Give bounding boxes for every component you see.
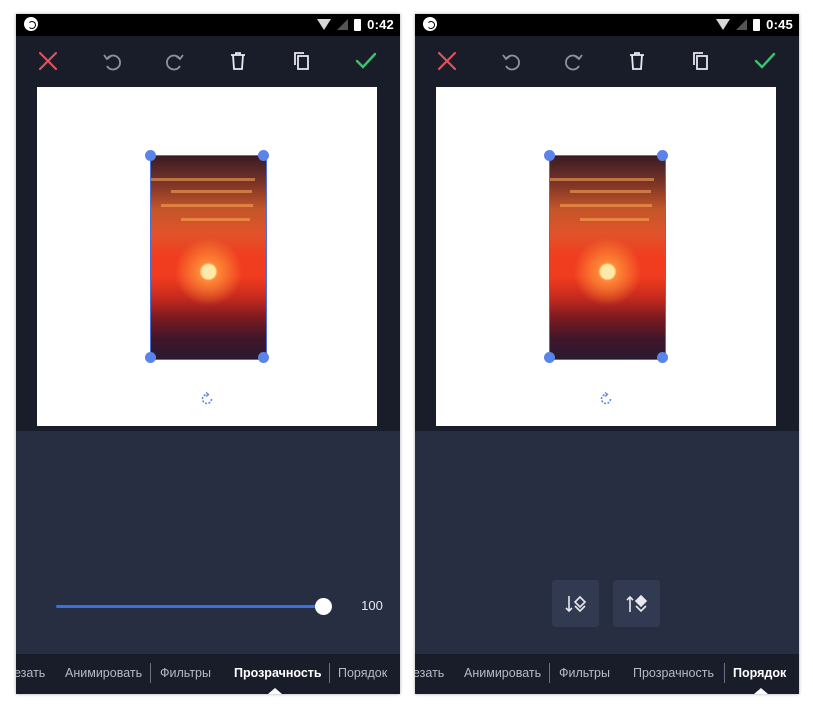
- canvas-area: [16, 86, 400, 431]
- status-bar: 0:42: [16, 14, 400, 36]
- cloud-streak: [550, 178, 654, 181]
- opacity-panel: 100: [16, 431, 400, 654]
- story-canvas[interactable]: [436, 87, 776, 426]
- active-tab-indicator: [268, 688, 282, 694]
- signal-icon: [337, 19, 349, 30]
- tab-animate[interactable]: Анимировать: [464, 666, 541, 680]
- editor-toolbar: [16, 36, 400, 86]
- tool-tabs: езать Анимировать Фильтры Прозрачность П…: [16, 654, 400, 694]
- editor-toolbar: [415, 36, 799, 86]
- status-time: 0:45: [766, 17, 793, 32]
- undo-button[interactable]: [100, 49, 124, 73]
- app-notification-icon: [24, 17, 38, 31]
- tab-divider: [724, 663, 725, 683]
- tab-animate[interactable]: Анимировать: [65, 666, 142, 680]
- send-backward-button[interactable]: [552, 580, 599, 627]
- rotate-icon[interactable]: [200, 392, 214, 406]
- tab-cut[interactable]: езать: [415, 666, 444, 680]
- battery-icon: [354, 18, 362, 31]
- undo-icon: [103, 54, 121, 71]
- close-icon: [38, 51, 58, 71]
- cloud-streak: [560, 204, 652, 207]
- bring-forward-button[interactable]: [613, 580, 660, 627]
- rotate-icon[interactable]: [599, 392, 613, 406]
- tab-order[interactable]: Порядок: [733, 666, 786, 680]
- status-bar: 0:45: [415, 14, 799, 36]
- battery-icon: [753, 18, 761, 31]
- tab-divider: [329, 663, 330, 683]
- order-panel: [415, 431, 799, 654]
- tab-opacity[interactable]: Прозрачность: [633, 666, 714, 680]
- sunset-image-layer[interactable]: [150, 155, 267, 360]
- close-icon: [437, 51, 457, 71]
- cloud-streak: [161, 204, 253, 207]
- resize-handle-bottom-left[interactable]: [145, 352, 156, 363]
- wifi-icon: [716, 19, 731, 30]
- cloud-streak: [181, 218, 250, 221]
- tab-filters[interactable]: Фильтры: [160, 666, 211, 680]
- opacity-slider-thumb[interactable]: [315, 598, 332, 615]
- cloud-streak: [171, 190, 252, 193]
- canvas-area: [415, 86, 799, 431]
- tool-tabs: езать Анимировать Фильтры Прозрачность П…: [415, 654, 799, 694]
- screen-left: 0:42 100 езать Анимировать Фильтры Прозр…: [16, 14, 400, 694]
- resize-handle-top-left[interactable]: [544, 150, 555, 161]
- redo-icon: [166, 54, 184, 71]
- tab-opacity[interactable]: Прозрачность: [234, 666, 322, 680]
- redo-button[interactable]: [562, 49, 586, 73]
- cloud-streak: [570, 190, 651, 193]
- undo-button[interactable]: [499, 49, 523, 73]
- resize-handle-top-left[interactable]: [145, 150, 156, 161]
- duplicate-button[interactable]: [689, 49, 713, 73]
- cancel-button[interactable]: [36, 49, 60, 73]
- cloud-streak: [151, 178, 255, 181]
- opacity-value: 100: [361, 598, 383, 613]
- resize-handle-top-right[interactable]: [657, 150, 668, 161]
- redo-icon: [565, 54, 583, 71]
- tab-order[interactable]: Порядок: [338, 666, 387, 680]
- tab-cut[interactable]: езать: [16, 666, 45, 680]
- resize-handle-bottom-right[interactable]: [258, 352, 269, 363]
- signal-icon: [736, 19, 748, 30]
- delete-icon: [231, 52, 245, 70]
- duplicate-icon: [693, 52, 708, 70]
- active-tab-indicator: [754, 688, 768, 694]
- delete-button[interactable]: [625, 49, 649, 73]
- layer-down-icon: [564, 595, 586, 612]
- wifi-icon: [317, 19, 332, 30]
- cancel-button[interactable]: [435, 49, 459, 73]
- check-icon: [355, 52, 377, 69]
- opacity-slider-track[interactable]: [56, 605, 324, 608]
- delete-button[interactable]: [226, 49, 250, 73]
- status-time: 0:42: [367, 17, 394, 32]
- screen-right: 0:45 езать Анимировать Фильтры Прозрачно…: [415, 14, 799, 694]
- tab-divider: [150, 663, 151, 683]
- app-notification-icon: [423, 17, 437, 31]
- resize-handle-top-right[interactable]: [258, 150, 269, 161]
- layer-up-icon: [625, 594, 647, 612]
- duplicate-icon: [294, 52, 309, 70]
- resize-handle-bottom-left[interactable]: [544, 352, 555, 363]
- undo-icon: [502, 54, 520, 71]
- check-icon: [754, 52, 776, 69]
- cloud-streak: [580, 218, 649, 221]
- sunset-image-layer[interactable]: [549, 155, 666, 360]
- tab-filters[interactable]: Фильтры: [559, 666, 610, 680]
- confirm-button[interactable]: [354, 49, 378, 73]
- confirm-button[interactable]: [753, 49, 777, 73]
- story-canvas[interactable]: [37, 87, 377, 426]
- resize-handle-bottom-right[interactable]: [657, 352, 668, 363]
- tab-divider: [549, 663, 550, 683]
- delete-icon: [630, 52, 644, 70]
- redo-button[interactable]: [163, 49, 187, 73]
- duplicate-button[interactable]: [290, 49, 314, 73]
